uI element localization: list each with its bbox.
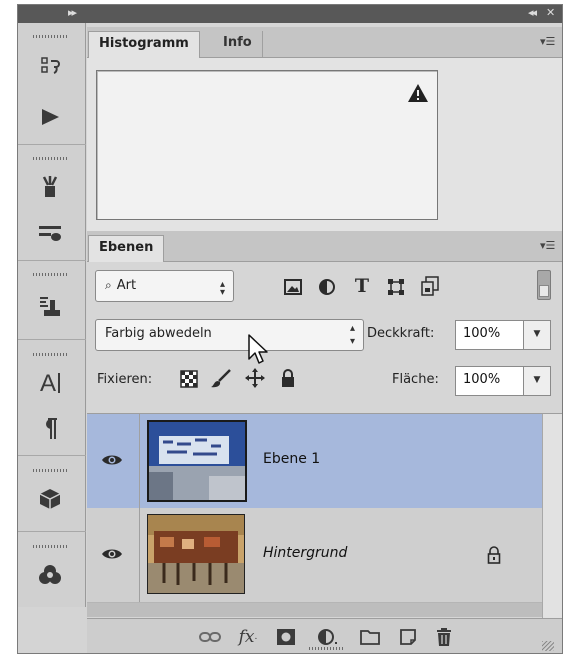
filter-smart-object-icon[interactable] bbox=[419, 275, 441, 297]
histogram-graph bbox=[96, 70, 438, 220]
toolbar-grip[interactable] bbox=[33, 35, 67, 38]
toolbar-separator bbox=[18, 260, 86, 261]
lock-image-pixels-brush-icon[interactable] bbox=[210, 368, 232, 390]
actions-play-icon[interactable] bbox=[32, 103, 68, 131]
eye-visibility-icon[interactable] bbox=[101, 546, 123, 562]
collapse-icon[interactable]: ◂◂ bbox=[528, 6, 537, 19]
search-icon: ⌕ bbox=[105, 278, 112, 292]
add-mask-icon[interactable] bbox=[275, 627, 297, 647]
layers-list: Ebene 1 Hintergrund bbox=[87, 413, 562, 618]
opacity-label: Deckkraft: bbox=[367, 326, 435, 341]
panel-menu-icon[interactable]: ▾☰ bbox=[540, 239, 555, 252]
toolbar-grip[interactable] bbox=[33, 545, 67, 548]
delete-layer-trash-icon[interactable] bbox=[433, 627, 455, 647]
layers-tab-strip: Ebenen ▾☰ bbox=[87, 231, 562, 262]
filter-adjustment-layer-icon[interactable] bbox=[316, 276, 338, 298]
photoshop-panel-window: ▸▸ ◂◂ ✕ A Histogramm Info ▾☰ Ebenen ▾☰ ⌕… bbox=[17, 4, 563, 654]
layer-row-ebene-1[interactable]: Ebene 1 bbox=[87, 414, 542, 509]
toolbar-grip[interactable] bbox=[33, 273, 67, 276]
lock-all-icon[interactable] bbox=[277, 367, 299, 389]
opacity-slider-button[interactable]: ▼ bbox=[523, 320, 551, 350]
new-adjustment-layer-icon[interactable] bbox=[317, 627, 339, 647]
resize-grip-icon[interactable] bbox=[542, 641, 554, 651]
panel-header-bar[interactable]: ▸▸ ◂◂ ✕ bbox=[18, 5, 562, 23]
layers-panel-body: ⌕ Art ▴ ▾ T Farbig abwedeln ▴ ▾ Deckkraf… bbox=[87, 262, 562, 618]
toolbar-separator bbox=[18, 144, 86, 145]
layer-thumbnail[interactable] bbox=[147, 514, 245, 594]
svg-text:A: A bbox=[40, 370, 56, 395]
filter-pixel-layer-icon[interactable] bbox=[282, 276, 304, 298]
fill-label: Fläche: bbox=[392, 372, 439, 387]
blend-mode-dropdown[interactable]: Farbig abwedeln ▴ ▾ bbox=[95, 319, 364, 351]
clone-source-icon[interactable] bbox=[32, 293, 68, 321]
expand-panels-icon[interactable]: ▸▸ bbox=[68, 6, 77, 19]
toolbar-grip[interactable] bbox=[33, 469, 67, 472]
link-layers-icon[interactable] bbox=[199, 627, 221, 647]
paragraph-icon[interactable] bbox=[32, 415, 68, 443]
lock-transparent-pixels-icon[interactable] bbox=[178, 368, 200, 390]
filter-kind-label: Art bbox=[116, 278, 137, 293]
layers-scrollbar[interactable] bbox=[542, 414, 562, 618]
warning-triangle-icon[interactable] bbox=[407, 83, 429, 103]
histogram-tab-strip: Histogramm Info ▾☰ bbox=[87, 27, 562, 58]
tab-histogramm[interactable]: Histogramm bbox=[88, 31, 200, 58]
filter-shape-layer-icon[interactable] bbox=[385, 276, 407, 298]
new-group-folder-icon[interactable] bbox=[359, 627, 381, 647]
layer-row-hintergrund[interactable]: Hintergrund bbox=[87, 508, 542, 603]
history-icon[interactable] bbox=[32, 53, 68, 81]
panel-menu-icon[interactable]: ▾☰ bbox=[540, 35, 555, 48]
toolbar-separator bbox=[18, 455, 86, 456]
layer-thumbnail[interactable] bbox=[147, 420, 247, 502]
histogram-panel-body bbox=[87, 58, 562, 233]
layer-name[interactable]: Hintergrund bbox=[263, 545, 347, 561]
layers-bottom-bar: fx. bbox=[87, 618, 562, 653]
toolbar-separator bbox=[18, 339, 86, 340]
brush-presets-icon[interactable] bbox=[32, 173, 68, 201]
toolbar-separator bbox=[18, 531, 86, 532]
layer-style-fx-icon[interactable]: fx. bbox=[237, 627, 259, 647]
brush-settings-icon[interactable] bbox=[32, 219, 68, 247]
toolbar-grip[interactable] bbox=[33, 353, 67, 356]
blend-mode-label: Farbig abwedeln bbox=[105, 326, 212, 341]
tab-info[interactable]: Info bbox=[213, 31, 263, 57]
layer-name[interactable]: Ebene 1 bbox=[263, 451, 320, 467]
filter-type-layer-icon[interactable]: T bbox=[351, 275, 373, 297]
lock-label: Fixieren: bbox=[97, 372, 153, 387]
updown-arrows-icon: ▴ ▾ bbox=[349, 323, 355, 347]
panels-column: Histogramm Info ▾☰ Ebenen ▾☰ ⌕ Art ▴ ▾ T… bbox=[87, 23, 562, 653]
character-icon[interactable]: A bbox=[32, 368, 68, 396]
eye-visibility-icon[interactable] bbox=[101, 452, 123, 468]
dock-toolbar: A bbox=[18, 23, 86, 607]
filter-toggle-switch[interactable] bbox=[537, 270, 551, 300]
toolbar-grip[interactable] bbox=[33, 157, 67, 160]
fill-slider-button[interactable]: ▼ bbox=[523, 366, 551, 396]
fill-field[interactable]: 100% bbox=[455, 366, 524, 396]
3d-cube-icon[interactable] bbox=[32, 485, 68, 513]
close-icon[interactable]: ✕ bbox=[546, 6, 555, 19]
tab-ebenen[interactable]: Ebenen bbox=[88, 235, 165, 262]
panel-bottom-grip[interactable] bbox=[309, 647, 343, 650]
lock-position-move-icon[interactable] bbox=[244, 367, 266, 389]
channels-icon[interactable] bbox=[32, 561, 68, 589]
new-layer-icon[interactable] bbox=[397, 627, 419, 647]
filter-kind-dropdown[interactable]: ⌕ Art ▴ ▾ bbox=[95, 270, 234, 302]
layer-lock-icon[interactable] bbox=[487, 546, 501, 564]
mouse-cursor-icon bbox=[248, 334, 268, 364]
opacity-field[interactable]: 100% bbox=[455, 320, 524, 350]
